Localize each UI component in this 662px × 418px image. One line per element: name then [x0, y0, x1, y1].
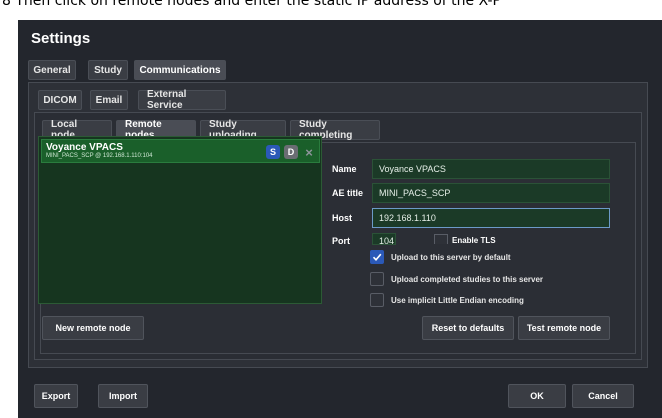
instruction-caption: 8 Then click on remote nodes and enter t…: [0, 0, 662, 20]
ok-button[interactable]: OK: [508, 384, 566, 408]
crop-line: [344, 243, 662, 245]
host-field[interactable]: 192.168.1.110: [372, 208, 610, 228]
export-button[interactable]: Export: [34, 384, 78, 408]
name-field[interactable]: Voyance VPACS: [372, 159, 610, 179]
tab-email[interactable]: Email: [90, 90, 128, 110]
checkmark-icon: [372, 253, 382, 261]
implicit-le-row[interactable]: Use implicit Little Endian encoding: [370, 293, 524, 307]
implicit-le-label: Use implicit Little Endian encoding: [391, 295, 524, 305]
left-crop: [0, 244, 7, 418]
remote-node-list[interactable]: Voyance VPACS MINI_PACS_SCP @ 192.168.1.…: [38, 136, 322, 304]
tab-dicom[interactable]: DICOM: [38, 90, 82, 110]
list-item-voyance-vpacs[interactable]: Voyance VPACS MINI_PACS_SCP @ 192.168.1.…: [41, 139, 320, 163]
upload-completed-checkbox[interactable]: [370, 272, 384, 286]
settings-window: Settings General Study Communications DI…: [18, 20, 662, 418]
upload-default-row[interactable]: Upload to this server by default: [370, 250, 511, 264]
name-label: Name: [332, 164, 357, 174]
test-remote-node-button[interactable]: Test remote node: [518, 316, 610, 340]
set-default-button[interactable]: S: [266, 145, 280, 159]
new-remote-node-button[interactable]: New remote node: [42, 316, 144, 340]
tab-communications[interactable]: Communications: [134, 60, 226, 80]
tab-study[interactable]: Study: [88, 60, 128, 80]
tab-external-service[interactable]: External Service: [138, 89, 226, 111]
upload-default-checkbox[interactable]: [370, 250, 384, 264]
upload-completed-row[interactable]: Upload completed studies to this server: [370, 272, 543, 286]
tab-general[interactable]: General: [28, 60, 76, 80]
upload-default-label: Upload to this server by default: [391, 252, 511, 262]
import-button[interactable]: Import: [98, 384, 148, 408]
duplicate-button[interactable]: D: [284, 145, 298, 159]
node-name: Voyance VPACS: [46, 142, 123, 153]
implicit-le-checkbox[interactable]: [370, 293, 384, 307]
ae-title-field[interactable]: MINI_PACS_SCP: [372, 183, 610, 203]
node-address: MINI_PACS_SCP @ 192.168.1.110:104: [46, 153, 153, 159]
reset-to-defaults-button[interactable]: Reset to defaults: [422, 316, 514, 340]
host-label: Host: [332, 213, 352, 223]
upload-completed-label: Upload completed studies to this server: [391, 274, 544, 284]
cancel-button[interactable]: Cancel: [572, 384, 634, 408]
ae-title-label: AE title: [332, 188, 364, 198]
delete-icon[interactable]: ×: [302, 145, 316, 160]
window-title: Settings: [31, 30, 91, 47]
